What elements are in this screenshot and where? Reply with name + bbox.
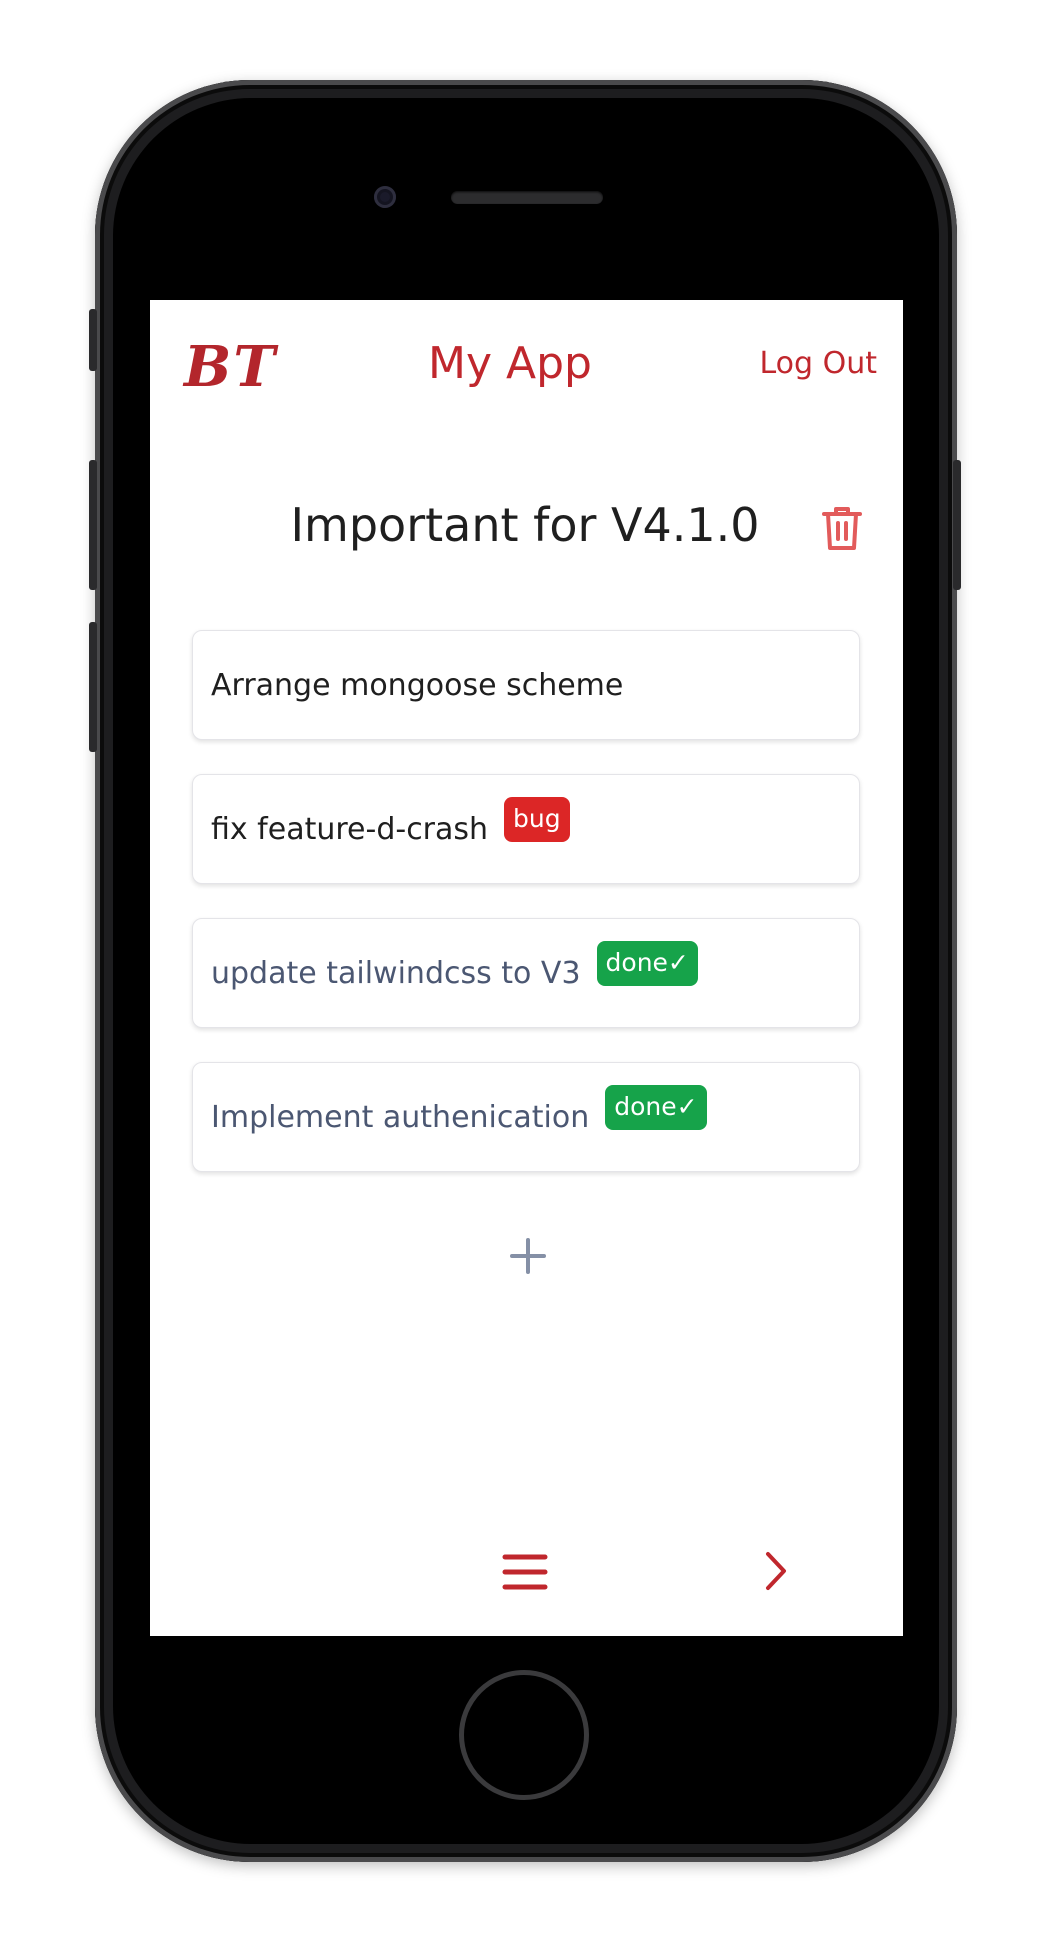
phone-mockup-stage: BT My App Log Out Important for V4.1.0 A… bbox=[0, 0, 1050, 1934]
task-item[interactable]: update tailwindcss to V3 done✓ bbox=[192, 918, 860, 1028]
bottom-navigation-bar bbox=[150, 1540, 903, 1610]
top-navigation-bar: BT My App Log Out bbox=[150, 300, 903, 440]
task-list: Arrange mongoose scheme fix feature-d-cra… bbox=[192, 630, 860, 1206]
earpiece-speaker bbox=[451, 191, 603, 204]
task-item[interactable]: Arrange mongoose scheme bbox=[192, 630, 860, 740]
logout-link[interactable]: Log Out bbox=[759, 346, 877, 381]
chevron-right-icon[interactable] bbox=[764, 1550, 788, 1592]
volume-down-button bbox=[89, 622, 97, 752]
task-text: update tailwindcss to V3 bbox=[211, 955, 581, 991]
home-button[interactable] bbox=[459, 1670, 589, 1800]
app-title: My App bbox=[428, 338, 592, 389]
list-header: Important for V4.1.0 bbox=[150, 490, 903, 570]
power-button bbox=[953, 460, 961, 590]
bug-badge: bug bbox=[504, 796, 570, 842]
task-item[interactable]: Implement authenication done✓ bbox=[192, 1062, 860, 1172]
silent-switch bbox=[89, 309, 97, 371]
trash-icon[interactable] bbox=[821, 504, 863, 552]
done-badge: done✓ bbox=[596, 940, 698, 986]
app-screen: BT My App Log Out Important for V4.1.0 A… bbox=[150, 300, 903, 1636]
done-badge: done✓ bbox=[605, 1084, 707, 1130]
volume-up-button bbox=[89, 460, 97, 590]
list-title: Important for V4.1.0 bbox=[290, 498, 760, 552]
task-text: fix feature-d-crash bbox=[211, 811, 489, 847]
task-item[interactable]: fix feature-d-crash bug bbox=[192, 774, 860, 884]
app-logo[interactable]: BT bbox=[184, 334, 277, 400]
task-text: Implement authenication bbox=[211, 1099, 590, 1135]
hamburger-menu-icon[interactable] bbox=[502, 1552, 548, 1592]
plus-icon[interactable] bbox=[506, 1234, 550, 1278]
task-text: Arrange mongoose scheme bbox=[211, 667, 624, 703]
front-camera bbox=[374, 186, 396, 208]
